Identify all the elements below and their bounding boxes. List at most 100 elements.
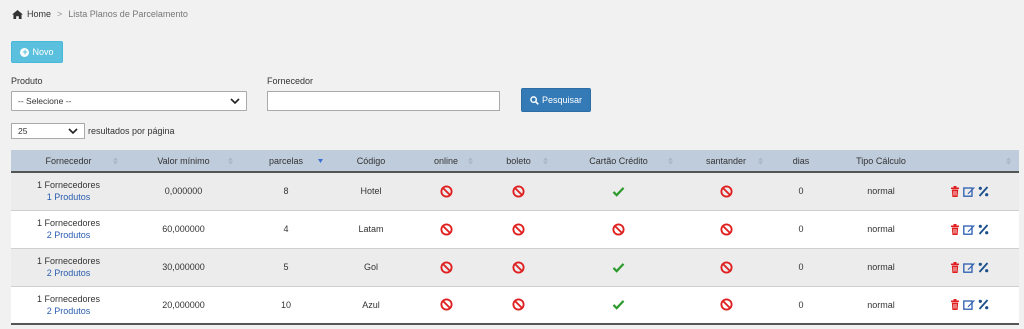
produto-select-value: -- Selecione -- bbox=[18, 96, 72, 106]
table-row: 1 Fornecedores 2 Produtos 30,000000 5 Gol 0 no… bbox=[11, 248, 1019, 287]
percent-icon[interactable] bbox=[978, 261, 989, 273]
cell-santander bbox=[681, 210, 771, 249]
cell-tipo-calculo: normal bbox=[831, 210, 931, 249]
fornecedores-count: 1 Fornecedores bbox=[36, 293, 101, 304]
ban-icon bbox=[719, 222, 733, 236]
percent-icon[interactable] bbox=[978, 223, 989, 235]
page-size-select[interactable]: 25 bbox=[11, 123, 85, 139]
col-tipo-calculo-header-label: Tipo Cálculo bbox=[856, 155, 906, 166]
produtos-link[interactable]: 1 Produtos bbox=[11, 191, 126, 203]
cell-online bbox=[411, 210, 481, 249]
novo-button[interactable]: + Novo bbox=[11, 41, 63, 63]
col-fornecedor-header[interactable]: Fornecedor bbox=[11, 150, 126, 173]
ban-icon bbox=[612, 222, 625, 236]
cell-cartao-credito bbox=[556, 172, 681, 211]
breadcrumb-separator: > bbox=[57, 9, 63, 19]
cell-parcelas: 4 bbox=[241, 210, 331, 249]
cell-dias: 0 bbox=[771, 286, 831, 325]
col-boleto-header[interactable]: boleto bbox=[481, 150, 556, 173]
cell-cartao-credito bbox=[556, 248, 681, 287]
trash-icon[interactable] bbox=[950, 223, 960, 235]
ban-icon bbox=[719, 185, 733, 198]
cell-actions bbox=[931, 248, 1019, 287]
col-codigo-header-label: Código bbox=[356, 155, 386, 166]
cell-online bbox=[411, 286, 481, 325]
cell-valor-minimo: 20,000000 bbox=[126, 286, 241, 325]
cell-santander bbox=[681, 286, 771, 325]
col-valor-minimo-header-label: Valor mínimo bbox=[157, 155, 210, 166]
cell-parcelas: 5 bbox=[241, 248, 331, 287]
ban-icon bbox=[512, 185, 525, 198]
fornecedores-count: 1 Fornecedores bbox=[36, 180, 101, 191]
cell-codigo: Hotel bbox=[331, 172, 411, 211]
col-acoes-header[interactable] bbox=[931, 150, 1019, 173]
sort-icon bbox=[468, 157, 473, 165]
produtos-link[interactable]: 2 Produtos bbox=[11, 267, 126, 279]
cell-dias: 0 bbox=[771, 248, 831, 287]
cell-boleto bbox=[481, 210, 556, 249]
novo-button-label: Novo bbox=[32, 47, 54, 57]
trash-icon[interactable] bbox=[950, 261, 960, 273]
cell-dias: 0 bbox=[771, 210, 831, 249]
col-parcelas-header[interactable]: parcelas bbox=[241, 150, 331, 173]
fornecedores-count: 1 Fornecedores bbox=[36, 256, 101, 266]
col-santander-header-label: santander bbox=[705, 155, 747, 166]
cell-valor-minimo: 0,000000 bbox=[126, 172, 241, 211]
cell-boleto bbox=[481, 172, 556, 211]
col-tipo-calculo-header[interactable]: Tipo Cálculo bbox=[831, 150, 931, 173]
cell-actions bbox=[931, 172, 1019, 211]
cell-fornecedor: 1 Fornecedores 1 Produtos bbox=[11, 172, 126, 211]
table-row: 1 Fornecedores 1 Produtos 0,000000 8 Hotel 0 n… bbox=[11, 172, 1019, 211]
cell-tipo-calculo: normal bbox=[831, 248, 931, 287]
col-cartao-credito-header[interactable]: Cartão Crédito bbox=[556, 150, 681, 173]
ban-icon bbox=[719, 298, 733, 311]
trash-icon[interactable] bbox=[950, 299, 960, 311]
cell-cartao-credito bbox=[556, 286, 681, 325]
edit-icon[interactable] bbox=[963, 224, 975, 235]
produtos-link[interactable]: 2 Produtos bbox=[11, 305, 126, 317]
chevron-down-icon bbox=[230, 98, 240, 104]
table-body: 1 Fornecedores 1 Produtos 0,000000 8 Hotel 0 n… bbox=[11, 172, 1019, 325]
edit-icon[interactable] bbox=[963, 262, 975, 273]
edit-icon[interactable] bbox=[963, 186, 975, 197]
ban-icon bbox=[512, 222, 525, 236]
cell-dias: 0 bbox=[771, 172, 831, 211]
sort-icon bbox=[1006, 157, 1011, 165]
pesquisar-button[interactable]: Pesquisar bbox=[521, 88, 591, 112]
edit-icon[interactable] bbox=[963, 299, 975, 311]
breadcrumb: Home > Lista Planos de Parcelamento bbox=[12, 9, 188, 19]
cell-codigo: Gol bbox=[331, 248, 411, 287]
check-icon bbox=[612, 186, 625, 197]
cell-fornecedor: 1 Fornecedores 2 Produtos bbox=[11, 248, 126, 287]
plus-circle-icon: + bbox=[20, 46, 30, 57]
breadcrumb-home-link[interactable]: Home bbox=[27, 9, 51, 19]
cell-online bbox=[411, 172, 481, 211]
produtos-link[interactable]: 2 Produtos bbox=[11, 229, 126, 241]
breadcrumb-current: Lista Planos de Parcelamento bbox=[68, 9, 188, 19]
col-santander-header[interactable]: santander bbox=[681, 150, 771, 173]
sort-icon bbox=[543, 157, 548, 165]
fornecedor-input[interactable] bbox=[267, 91, 500, 111]
cell-boleto bbox=[481, 286, 556, 325]
cell-fornecedor: 1 Fornecedores 2 Produtos bbox=[11, 286, 126, 325]
col-fornecedor-header-label: Fornecedor bbox=[45, 155, 92, 166]
percent-icon[interactable] bbox=[978, 186, 989, 197]
percent-icon[interactable] bbox=[978, 299, 989, 310]
col-dias-header-label: dias bbox=[792, 155, 810, 166]
cell-santander bbox=[681, 172, 771, 211]
ban-icon bbox=[439, 298, 453, 311]
col-codigo-header[interactable]: Código bbox=[331, 150, 411, 173]
ban-icon bbox=[439, 222, 453, 236]
cell-tipo-calculo: normal bbox=[831, 286, 931, 325]
cell-codigo: Azul bbox=[331, 286, 411, 325]
col-dias-header[interactable]: dias bbox=[771, 150, 831, 173]
produto-label: Produto bbox=[11, 76, 43, 86]
table-header-row: Fornecedor Valor mínimo parcelas Código onli… bbox=[11, 150, 1019, 173]
pesquisar-button-label: Pesquisar bbox=[541, 95, 583, 105]
produto-select[interactable]: -- Selecione -- bbox=[11, 91, 247, 111]
col-online-header[interactable]: online bbox=[411, 150, 481, 173]
sort-icon bbox=[758, 157, 763, 165]
col-valor-minimo-header[interactable]: Valor mínimo bbox=[126, 150, 241, 173]
col-parcelas-header-label: parcelas bbox=[268, 155, 304, 166]
trash-icon[interactable] bbox=[950, 185, 960, 197]
